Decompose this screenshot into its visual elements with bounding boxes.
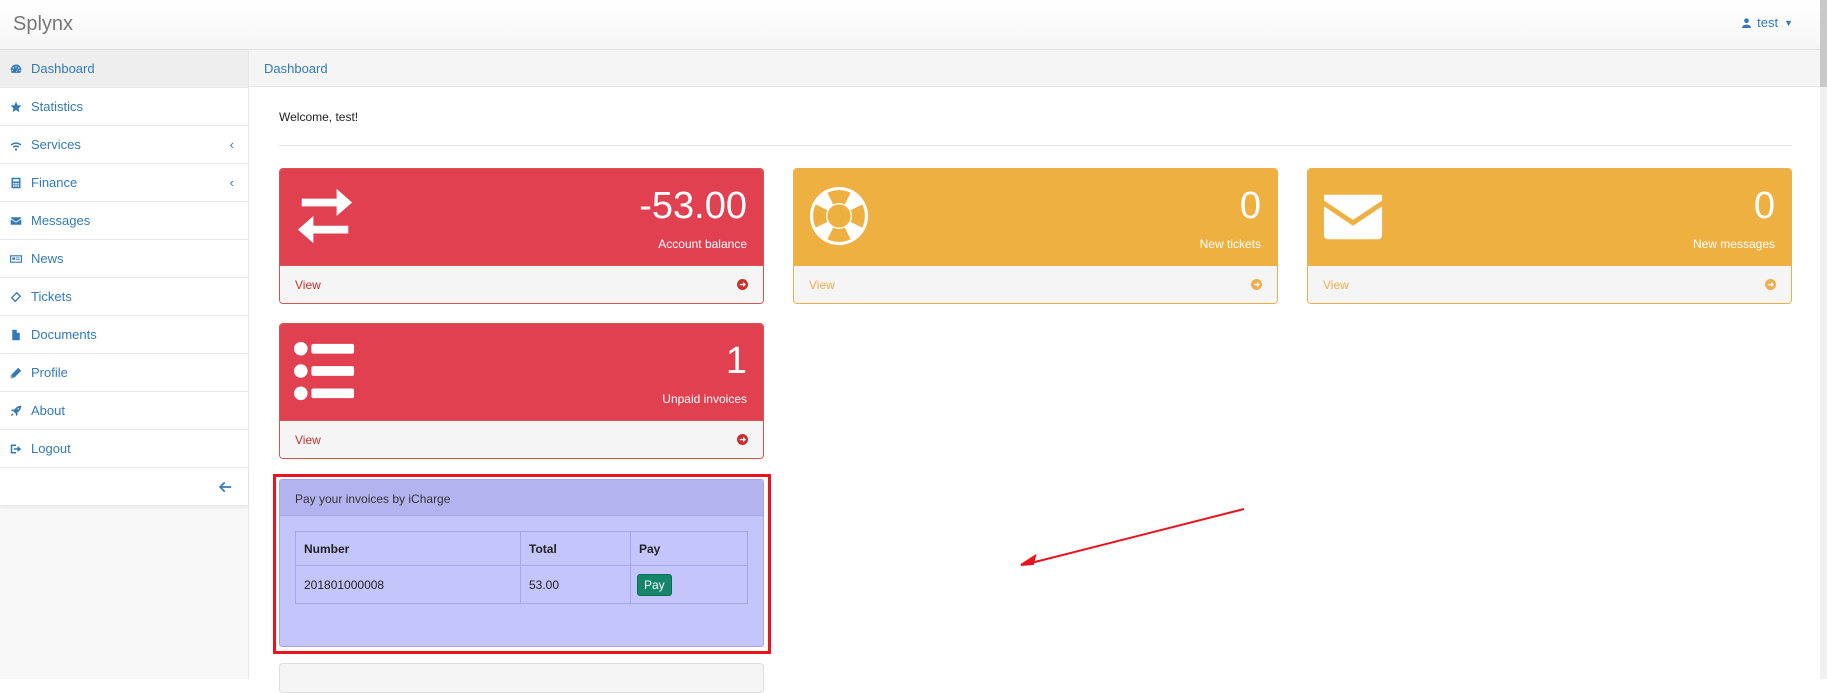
sidebar-item-about[interactable]: About [0,392,248,430]
caret-down-icon: ▼ [1784,17,1793,28]
list-icon [294,340,356,402]
welcome-text: Welcome, test! [279,110,359,124]
user-icon [1742,17,1752,28]
sidebar-collapse-button[interactable] [0,468,248,506]
sidebar-item-logout[interactable]: Logout [0,430,248,468]
pay-cell: Pay [630,565,748,604]
sidebar-item-label: Dashboard [31,61,95,76]
sidebar-item-messages[interactable]: Messages [0,202,248,240]
page-scrollbar[interactable] [1820,0,1827,679]
exchange-icon [294,185,356,247]
arrow-left-icon [218,481,232,492]
new-tickets-label: New tickets [1199,237,1261,251]
envelope-icon [8,214,24,228]
unpaid-invoices-value: 1 [725,340,747,382]
scrollbar-thumb[interactable] [1820,0,1827,87]
new-messages-label: New messages [1692,237,1775,251]
sidebar-item-finance[interactable]: Finance ‹ [0,164,248,202]
new-tickets-value: 0 [1239,185,1261,227]
sign-out-icon [8,442,24,456]
sidebar-item-statistics[interactable]: Statistics [0,88,248,126]
divider [279,145,1792,146]
main-content: Welcome, test! -53.00 Account balance Vi… [249,87,1820,693]
invoice-total: 53.00 [520,565,631,604]
breadcrumb-item-dashboard[interactable]: Dashboard [264,61,328,76]
pencil-icon [8,366,24,380]
unpaid-invoices-view-link[interactable]: View [280,420,763,458]
new-messages-value: 0 [1753,185,1775,227]
calculator-icon [8,176,24,190]
account-balance-value: -53.00 [639,185,747,227]
newspaper-icon [8,252,24,266]
life-ring-icon [808,185,870,247]
wifi-icon [8,138,24,152]
arrow-circle-right-icon [737,279,748,290]
ticket-icon [8,290,24,304]
chevron-left-icon: ‹ [229,175,234,190]
sidebar-item-label: News [31,251,64,266]
breadcrumb: Dashboard [249,50,1820,87]
envelope-icon [1322,185,1384,247]
view-link-label: View [1323,277,1349,292]
sidebar-item-label: About [31,403,65,418]
view-link-label: View [809,277,835,292]
chevron-left-icon: ‹ [229,137,234,152]
sidebar-item-label: Logout [31,441,71,456]
unpaid-invoices-label: Unpaid invoices [662,392,747,406]
account-balance-view-link[interactable]: View [280,265,763,303]
brand-logo[interactable]: Splynx [13,13,73,36]
star-icon [8,100,24,114]
new-messages-card: 0 New messages View [1307,168,1792,304]
dashboard-icon [8,62,24,76]
sidebar-item-label: Statistics [31,99,84,114]
new-tickets-view-link[interactable]: View [794,265,1277,303]
new-messages-view-link[interactable]: View [1308,265,1791,303]
user-menu[interactable]: test ▼ [1742,15,1793,30]
icharge-pay-panel: Pay your invoices by iCharge Number Tota… [279,479,764,647]
pay-button[interactable]: Pay [637,573,672,596]
arrow-circle-right-icon [1765,279,1776,290]
arrow-circle-right-icon [737,434,748,445]
column-header-number: Number [295,531,521,566]
account-balance-label: Account balance [658,237,747,251]
invoice-table: Number Total Pay 201801000008 53.00 Pay [295,531,748,604]
user-name: test [1757,15,1779,30]
sidebar: Dashboard Statistics Services ‹ Finance … [0,50,249,679]
sidebar-item-tickets[interactable]: Tickets [0,278,248,316]
sidebar-item-label: Profile [31,365,68,380]
table-row: 201801000008 53.00 Pay [295,565,748,604]
pay-panel-title: Pay your invoices by iCharge [280,480,763,516]
view-link-label: View [295,432,321,447]
sidebar-item-dashboard[interactable]: Dashboard [0,50,248,88]
annotation-arrow [1020,508,1245,566]
next-panel-partial [279,663,764,693]
sidebar-item-profile[interactable]: Profile [0,354,248,392]
sidebar-item-services[interactable]: Services ‹ [0,126,248,164]
column-header-total: Total [520,531,631,566]
account-balance-card: -53.00 Account balance View [279,168,764,304]
column-header-pay: Pay [630,531,748,566]
rocket-icon [8,404,24,418]
sidebar-item-label: Finance [31,175,78,190]
new-tickets-card: 0 New tickets View [793,168,1278,304]
unpaid-invoices-card: 1 Unpaid invoices View [279,323,764,459]
top-navbar: Splynx test ▼ [0,0,1827,50]
invoice-number: 201801000008 [295,565,521,604]
file-icon [8,328,24,342]
arrow-circle-right-icon [1251,279,1262,290]
sidebar-item-label: Tickets [31,289,72,304]
sidebar-item-documents[interactable]: Documents [0,316,248,354]
sidebar-item-label: Documents [31,327,97,342]
sidebar-item-label: Messages [31,213,91,228]
sidebar-item-label: Services [31,137,81,152]
sidebar-item-news[interactable]: News [0,240,248,278]
table-header-row: Number Total Pay [295,531,748,566]
view-link-label: View [295,277,321,292]
